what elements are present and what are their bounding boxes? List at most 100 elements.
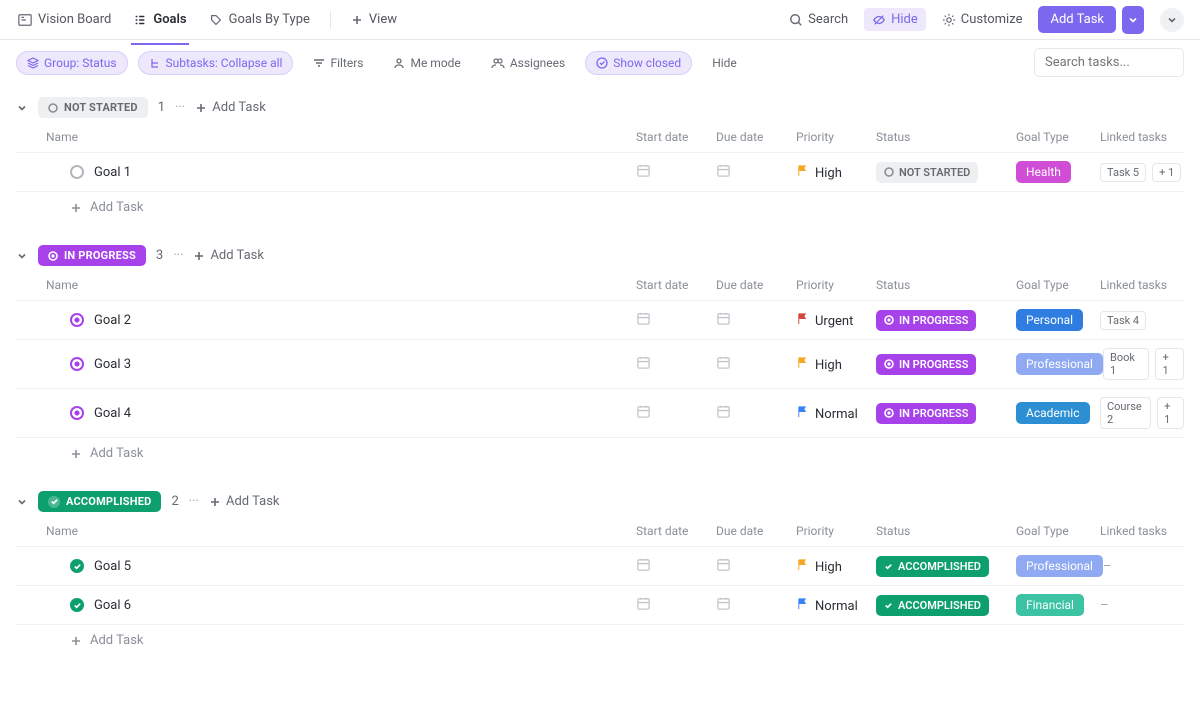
board-icon [18,13,32,27]
col-name: Name [46,278,636,292]
calendar-icon[interactable] [636,311,651,326]
calendar-icon[interactable] [716,355,731,370]
group-status-pill[interactable]: ACCOMPLISHED [38,491,161,512]
linked-tag[interactable]: + 1 [1155,348,1184,380]
task-name: Goal 6 [94,598,131,613]
subtasks-pill[interactable]: Subtasks: Collapse all [138,51,294,75]
table-row[interactable]: Goal 1 High NOT STARTED Health Task 5+ 1 [16,153,1184,192]
col-status: Status [876,130,1016,144]
search-input[interactable] [1034,48,1184,77]
task-name: Goal 1 [94,165,131,180]
table-row[interactable]: Goal 2 Urgent IN PROGRESS Personal Task … [16,301,1184,340]
calendar-icon[interactable] [636,163,651,178]
group-add-task[interactable]: Add Task [193,248,264,263]
me-mode-pill[interactable]: Me mode [383,52,470,74]
status-badge[interactable]: IN PROGRESS [876,310,976,331]
table-row[interactable]: Goal 6 Normal ACCOMPLISHED Financial – [16,586,1184,625]
status-badge[interactable]: ACCOMPLISHED [876,595,989,616]
status-badge[interactable]: NOT STARTED [876,162,978,183]
status-badge[interactable]: ACCOMPLISHED [876,556,989,577]
type-badge[interactable]: Financial [1016,594,1084,616]
group-header: NOT STARTED 1 ··· Add Task [16,93,1184,122]
chevron-down-icon [1167,15,1177,25]
linked-tag[interactable]: Course 2 [1100,397,1151,429]
search-icon [789,13,803,27]
group-accomplished: ACCOMPLISHED 2 ··· Add Task Name Start d… [16,487,1184,656]
search-button[interactable]: Search [789,12,848,27]
flag-icon [796,558,809,571]
group-status-pill[interactable]: IN PROGRESS [38,245,146,266]
add-view[interactable]: View [349,4,399,35]
type-badge[interactable]: Academic [1016,402,1090,424]
group-pill[interactable]: Group: Status [16,51,128,75]
group-more[interactable]: ··· [173,248,183,263]
tab-goals[interactable]: Goals [131,4,188,35]
calendar-icon[interactable] [636,404,651,419]
status-badge[interactable]: IN PROGRESS [876,354,976,375]
type-badge[interactable]: Personal [1016,309,1083,331]
tab-vision-board[interactable]: Vision Board [16,4,113,35]
status-dot-icon [70,313,84,327]
chevron-down-icon[interactable] [16,102,28,114]
content: NOT STARTED 1 ··· Add Task Name Start da… [0,85,1200,714]
type-badge[interactable]: Professional [1016,353,1103,375]
linked-tag[interactable]: Book 1 [1103,348,1149,380]
type-badge[interactable]: Professional [1016,555,1103,577]
assignees-pill[interactable]: Assignees [481,52,575,74]
table-row[interactable]: Goal 3 High IN PROGRESS Professional Boo… [16,340,1184,389]
calendar-icon[interactable] [636,596,651,611]
group-notstarted: NOT STARTED 1 ··· Add Task Name Start da… [16,93,1184,223]
add-task-button[interactable]: Add Task [1038,6,1116,33]
tab-goals-by-type[interactable]: Goals By Type [207,4,312,35]
task-name: Goal 2 [94,313,131,328]
type-icon [209,13,223,27]
linked-tag[interactable]: + 1 [1157,397,1184,429]
type-badge[interactable]: Health [1016,161,1071,183]
col-type: Goal Type [1016,524,1100,538]
status-badge[interactable]: IN PROGRESS [876,403,976,424]
table-row[interactable]: Goal 4 Normal IN PROGRESS Academic Cours… [16,389,1184,438]
linked-tasks: – [1100,598,1184,613]
group-add-task[interactable]: Add Task [209,494,280,509]
chevron-down-icon[interactable] [16,250,28,262]
more-menu[interactable] [1160,8,1184,32]
plus-icon [351,14,363,26]
task-name: Goal 5 [94,559,131,574]
view-label: View [369,12,397,27]
flag-icon [796,405,809,418]
calendar-icon[interactable] [636,557,651,572]
toolbar-hide[interactable]: Hide [702,52,747,74]
add-task-row[interactable]: Add Task [16,625,1184,656]
linked-tag[interactable]: Task 5 [1100,163,1146,182]
col-status: Status [876,524,1016,538]
col-name: Name [46,130,636,144]
calendar-icon[interactable] [716,404,731,419]
calendar-icon[interactable] [716,311,731,326]
linked-tag[interactable]: Task 4 [1100,311,1146,330]
calendar-icon[interactable] [716,163,731,178]
calendar-icon[interactable] [716,596,731,611]
tab-label: Goals [153,12,186,27]
col-type: Goal Type [1016,130,1100,144]
table-row[interactable]: Goal 5 High ACCOMPLISHED Professional – [16,547,1184,586]
linked-tag[interactable]: + 1 [1152,163,1181,182]
priority-value: High [815,358,842,373]
filters-pill[interactable]: Filters [303,52,373,74]
calendar-icon[interactable] [716,557,731,572]
tabs: Vision Board Goals Goals By Type View [16,4,789,35]
group-status-pill[interactable]: NOT STARTED [38,97,148,118]
group-more[interactable]: ··· [175,100,185,115]
hide-button[interactable]: Hide [864,8,926,31]
group-more[interactable]: ··· [189,494,199,509]
add-task-caret[interactable] [1122,6,1144,34]
group-add-task[interactable]: Add Task [195,100,266,115]
chevron-down-icon[interactable] [16,496,28,508]
check-circle-icon [596,57,608,69]
calendar-icon[interactable] [636,355,651,370]
customize-button[interactable]: Customize [942,12,1023,27]
show-closed-pill[interactable]: Show closed [585,51,692,75]
add-task-row[interactable]: Add Task [16,192,1184,223]
list-icon [133,13,147,27]
col-due: Due date [716,524,796,538]
add-task-row[interactable]: Add Task [16,438,1184,469]
